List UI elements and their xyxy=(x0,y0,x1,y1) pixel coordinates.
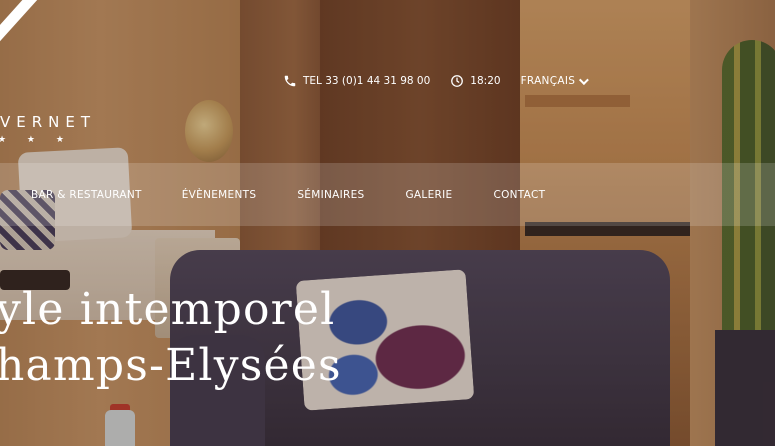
nav-item-seminaires[interactable]: SÉMINAIRES xyxy=(297,189,364,201)
phone-number: TEL 33 (0)1 44 31 98 00 xyxy=(303,75,431,87)
language-label: FRANÇAIS xyxy=(520,75,576,87)
time-value: 18:20 xyxy=(470,75,501,87)
clock-icon xyxy=(451,75,464,87)
local-time: 18:20 xyxy=(450,74,501,88)
nav-item-evenements[interactable]: ÉVÈNEMENTS xyxy=(182,189,257,201)
phone-link[interactable]: TEL 33 (0)1 44 31 98 00 xyxy=(283,74,430,88)
main-nav: BAR & RESTAURANT ÉVÈNEMENTS SÉMINAIRES G… xyxy=(31,189,545,201)
phone-icon xyxy=(284,75,296,87)
hero-headline: yle intemporel hamps-Elysées xyxy=(0,282,342,394)
nav-item-bar-restaurant[interactable]: BAR & RESTAURANT xyxy=(31,189,142,201)
language-selector[interactable]: FRANÇAIS xyxy=(520,74,590,87)
logo-stars: ★ ★ ★ xyxy=(0,135,73,145)
nav-item-galerie[interactable]: GALERIE xyxy=(406,189,453,201)
top-info-bar: TEL 33 (0)1 44 31 98 00 18:20 FRANÇAIS xyxy=(283,72,590,90)
hero-line-2: hamps-Elysées xyxy=(0,340,342,391)
logo-name: VERNET xyxy=(0,113,97,131)
nav-item-contact[interactable]: CONTACT xyxy=(493,189,545,201)
hero-line-1: yle intemporel xyxy=(0,284,336,335)
